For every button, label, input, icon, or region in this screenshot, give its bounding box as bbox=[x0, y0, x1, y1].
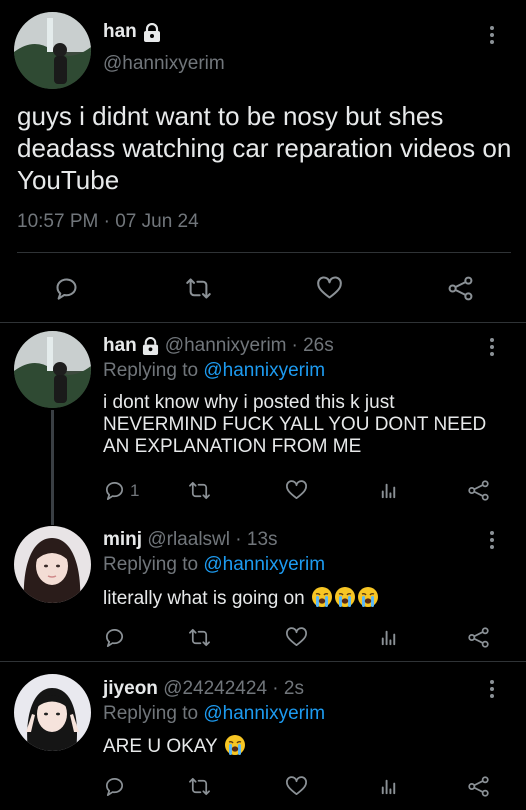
crying-emoji bbox=[334, 586, 356, 608]
retweet-icon[interactable] bbox=[188, 626, 211, 649]
more-icon[interactable] bbox=[487, 680, 497, 698]
share-icon[interactable] bbox=[467, 775, 490, 798]
tweet-text: literally what is going on bbox=[103, 588, 305, 609]
author-name[interactable]: jiyeon bbox=[103, 678, 158, 699]
author-handle[interactable]: @rlaalswl bbox=[147, 529, 230, 550]
author-name[interactable]: minj bbox=[103, 529, 142, 550]
like-icon[interactable] bbox=[316, 275, 343, 302]
retweet-icon[interactable] bbox=[188, 775, 211, 798]
replying-to-label: Replying to bbox=[103, 703, 199, 724]
divider bbox=[0, 661, 526, 662]
reply-icon[interactable] bbox=[103, 479, 126, 502]
replying-to-label: Replying to bbox=[103, 554, 199, 575]
reply-count: 1 bbox=[130, 480, 140, 500]
author-handle[interactable]: @24242424 bbox=[163, 678, 267, 699]
retweet-icon[interactable] bbox=[185, 275, 212, 302]
replying-to-link[interactable]: @hannixyerim bbox=[203, 554, 325, 575]
like-icon[interactable] bbox=[285, 479, 308, 502]
analytics-icon[interactable] bbox=[377, 775, 400, 798]
lock-icon bbox=[142, 337, 159, 355]
replying-to-link[interactable]: @hannixyerim bbox=[203, 360, 325, 381]
replying-to-link[interactable]: @hannixyerim bbox=[203, 703, 325, 724]
avatar-photo bbox=[14, 674, 91, 751]
share-icon[interactable] bbox=[447, 275, 474, 302]
tweet-timestamp: 10:57 PM · 07 Jun 24 bbox=[17, 211, 199, 232]
more-icon[interactable] bbox=[487, 26, 497, 44]
author-handle[interactable]: @hannixyerim bbox=[165, 335, 287, 357]
more-icon[interactable] bbox=[487, 531, 497, 549]
avatar[interactable] bbox=[14, 12, 91, 89]
avatar-photo bbox=[14, 526, 91, 603]
author-handle[interactable]: @hannixyerim bbox=[103, 53, 225, 75]
tweet-text: i dont know why i posted this k just NEV… bbox=[103, 392, 487, 457]
more-icon[interactable] bbox=[487, 338, 497, 356]
author-name[interactable]: han bbox=[103, 21, 137, 43]
thread-line bbox=[51, 410, 54, 525]
analytics-icon[interactable] bbox=[377, 479, 400, 502]
avatar-photo bbox=[14, 12, 91, 89]
tweet-time: · 26s bbox=[291, 335, 334, 356]
avatar[interactable] bbox=[14, 526, 91, 603]
tweet-time: · 2s bbox=[272, 678, 304, 699]
share-icon[interactable] bbox=[467, 479, 490, 502]
retweet-icon[interactable] bbox=[188, 479, 211, 502]
avatar[interactable] bbox=[14, 331, 91, 408]
divider bbox=[17, 252, 511, 253]
like-icon[interactable] bbox=[285, 775, 308, 798]
crying-emoji bbox=[357, 586, 379, 608]
replying-to-label: Replying to bbox=[103, 360, 199, 381]
tweet-text: guys i didnt want to be nosy but shes de… bbox=[17, 101, 512, 195]
reply-icon[interactable] bbox=[103, 775, 126, 798]
reply-icon[interactable] bbox=[103, 626, 126, 649]
share-icon[interactable] bbox=[467, 626, 490, 649]
crying-emoji bbox=[311, 586, 333, 608]
author-name[interactable]: han bbox=[103, 335, 137, 357]
tweet-time: · 13s bbox=[235, 529, 278, 550]
divider bbox=[0, 322, 526, 323]
crying-emoji bbox=[224, 734, 246, 756]
analytics-icon[interactable] bbox=[377, 626, 400, 649]
avatar[interactable] bbox=[14, 674, 91, 751]
reply-icon[interactable] bbox=[53, 275, 80, 302]
avatar-photo bbox=[14, 331, 91, 408]
lock-icon bbox=[143, 22, 161, 42]
like-icon[interactable] bbox=[285, 626, 308, 649]
tweet-text: ARE U OKAY bbox=[103, 736, 218, 757]
